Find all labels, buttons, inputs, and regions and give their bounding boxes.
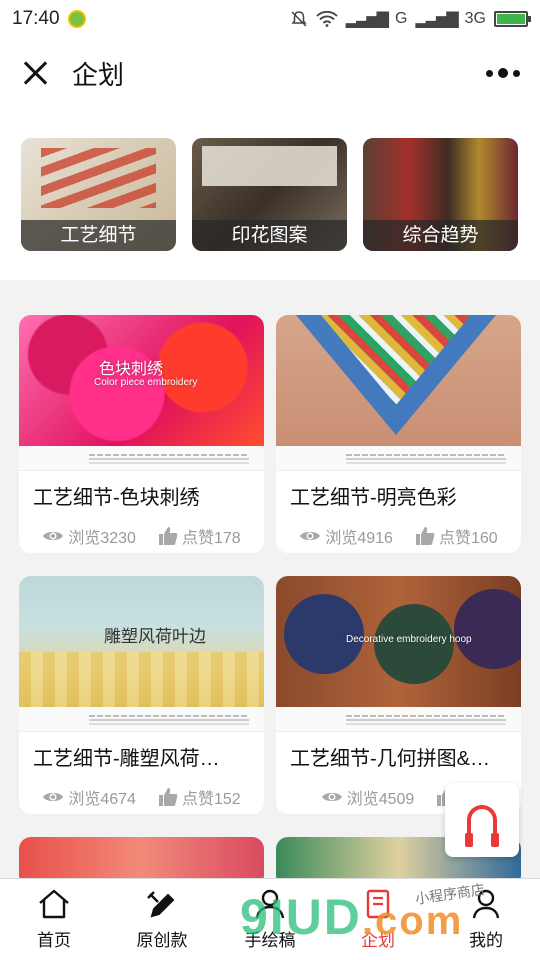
nav-home[interactable]: 首页 (0, 879, 108, 960)
article-stats: 浏览4916 点赞160 (276, 510, 521, 548)
eye-icon (300, 531, 321, 541)
view-count-text: 浏览4916 (325, 530, 393, 547)
signal-icon-2: ▂▃▅▇ (415, 11, 458, 28)
category-overall-trends[interactable]: 综合趋势 (363, 138, 518, 251)
article-doc-preview (19, 446, 264, 471)
article-title: 工艺细节-色块刺绣 (33, 487, 200, 509)
article-title: 工艺细节-雕塑风荷… (33, 748, 220, 770)
category-print-patterns[interactable]: 印花图案 (192, 138, 347, 251)
nav-label: 手绘稿 (244, 931, 296, 950)
headset-icon (465, 805, 499, 847)
view-count: 浏览4674 (42, 785, 136, 809)
customer-service-button[interactable] (445, 783, 519, 857)
like-count: 点赞160 (415, 524, 498, 548)
pencil-ruler-icon (147, 891, 175, 918)
nav-original-designs[interactable]: 原创款 (108, 879, 216, 960)
image-caption-en: Decorative embroidery hoop (346, 634, 472, 645)
page-title: 企划 (72, 59, 125, 90)
view-count-text: 浏览4674 (68, 791, 136, 808)
nav-label: 首页 (37, 931, 71, 950)
article-stats: 浏览4674 点赞152 (19, 771, 264, 809)
view-count: 浏览4916 (299, 524, 393, 548)
user-icon (255, 889, 285, 919)
article-image: Decorative embroidery hoop (276, 576, 521, 707)
image-caption: 色块刺绣 (99, 361, 164, 378)
thumbs-up-icon (158, 788, 178, 806)
battery-icon (494, 11, 531, 27)
thumbs-up-icon (415, 527, 435, 545)
mute-icon (291, 11, 307, 27)
image-caption-en: Color piece embroidery (94, 377, 198, 388)
article-stats: 浏览3230 点赞178 (19, 510, 264, 548)
like-count-text: 点赞160 (438, 530, 498, 547)
eye-icon (321, 792, 342, 802)
category-label: 工艺细节 (21, 220, 176, 251)
like-count: 点赞152 (158, 785, 241, 809)
home-icon (39, 889, 69, 919)
status-time: 17:40 (12, 8, 60, 29)
signal-icon: ▂▃▅▇ (345, 11, 389, 28)
more-options-icon[interactable] (486, 68, 520, 78)
like-count-text: 点赞152 (181, 791, 241, 808)
article-image: 雕塑风荷叶边 (19, 576, 264, 707)
nav-sketches[interactable]: 手绘稿 (216, 879, 324, 960)
nav-label: 我的 (469, 931, 503, 950)
like-count-text: 点赞178 (181, 530, 241, 547)
status-bar: 17:40 ▂▃▅▇ G ▂▃▅▇ 3G (0, 0, 540, 38)
article-title: 工艺细节-明亮色彩 (290, 487, 457, 509)
nav-label: 企划 (361, 931, 395, 950)
view-count-text: 浏览3230 (68, 530, 136, 547)
category-row: 工艺细节 印花图案 综合趋势 (0, 108, 540, 280)
app-notification-icon (67, 10, 86, 28)
article-image: 色块刺绣 Color piece embroidery (19, 315, 264, 446)
article-card[interactable]: 工艺细节-明亮色彩 浏览4916 点赞160 (276, 315, 521, 553)
article-card[interactable]: 色块刺绣 Color piece embroidery 工艺细节-色块刺绣 浏览… (19, 315, 264, 553)
eye-icon (43, 531, 64, 541)
eye-icon (43, 792, 64, 802)
article-card[interactable]: Decorative embroidery hoop 工艺细节-几何拼图&… 浏… (276, 576, 521, 814)
category-label: 综合趋势 (363, 220, 518, 251)
app-header: 企划 (0, 38, 540, 108)
view-count: 浏览3230 (42, 524, 136, 548)
category-label: 印花图案 (192, 220, 347, 251)
book-icon (366, 889, 390, 919)
article-doc-preview (276, 446, 521, 471)
close-icon[interactable] (20, 57, 52, 89)
nav-label: 原创款 (136, 931, 188, 950)
article-card[interactable]: 雕塑风荷叶边 工艺细节-雕塑风荷… 浏览4674 点赞152 (19, 576, 264, 814)
like-count: 点赞178 (158, 524, 241, 548)
image-caption: 雕塑风荷叶边 (104, 627, 206, 646)
wifi-icon (316, 11, 338, 27)
article-doc-preview (276, 707, 521, 732)
category-craft-details[interactable]: 工艺细节 (21, 138, 176, 251)
article-image (276, 315, 521, 446)
view-count: 浏览4509 (321, 785, 415, 809)
thumbs-up-icon (158, 527, 178, 545)
article-doc-preview (19, 707, 264, 732)
view-count-text: 浏览4509 (346, 791, 415, 808)
status-indicators: ▂▃▅▇ G ▂▃▅▇ 3G (290, 9, 531, 29)
network-type-1: G (394, 10, 408, 27)
article-title: 工艺细节-几何拼图&… (290, 748, 490, 770)
network-type-2: 3G (464, 10, 486, 27)
